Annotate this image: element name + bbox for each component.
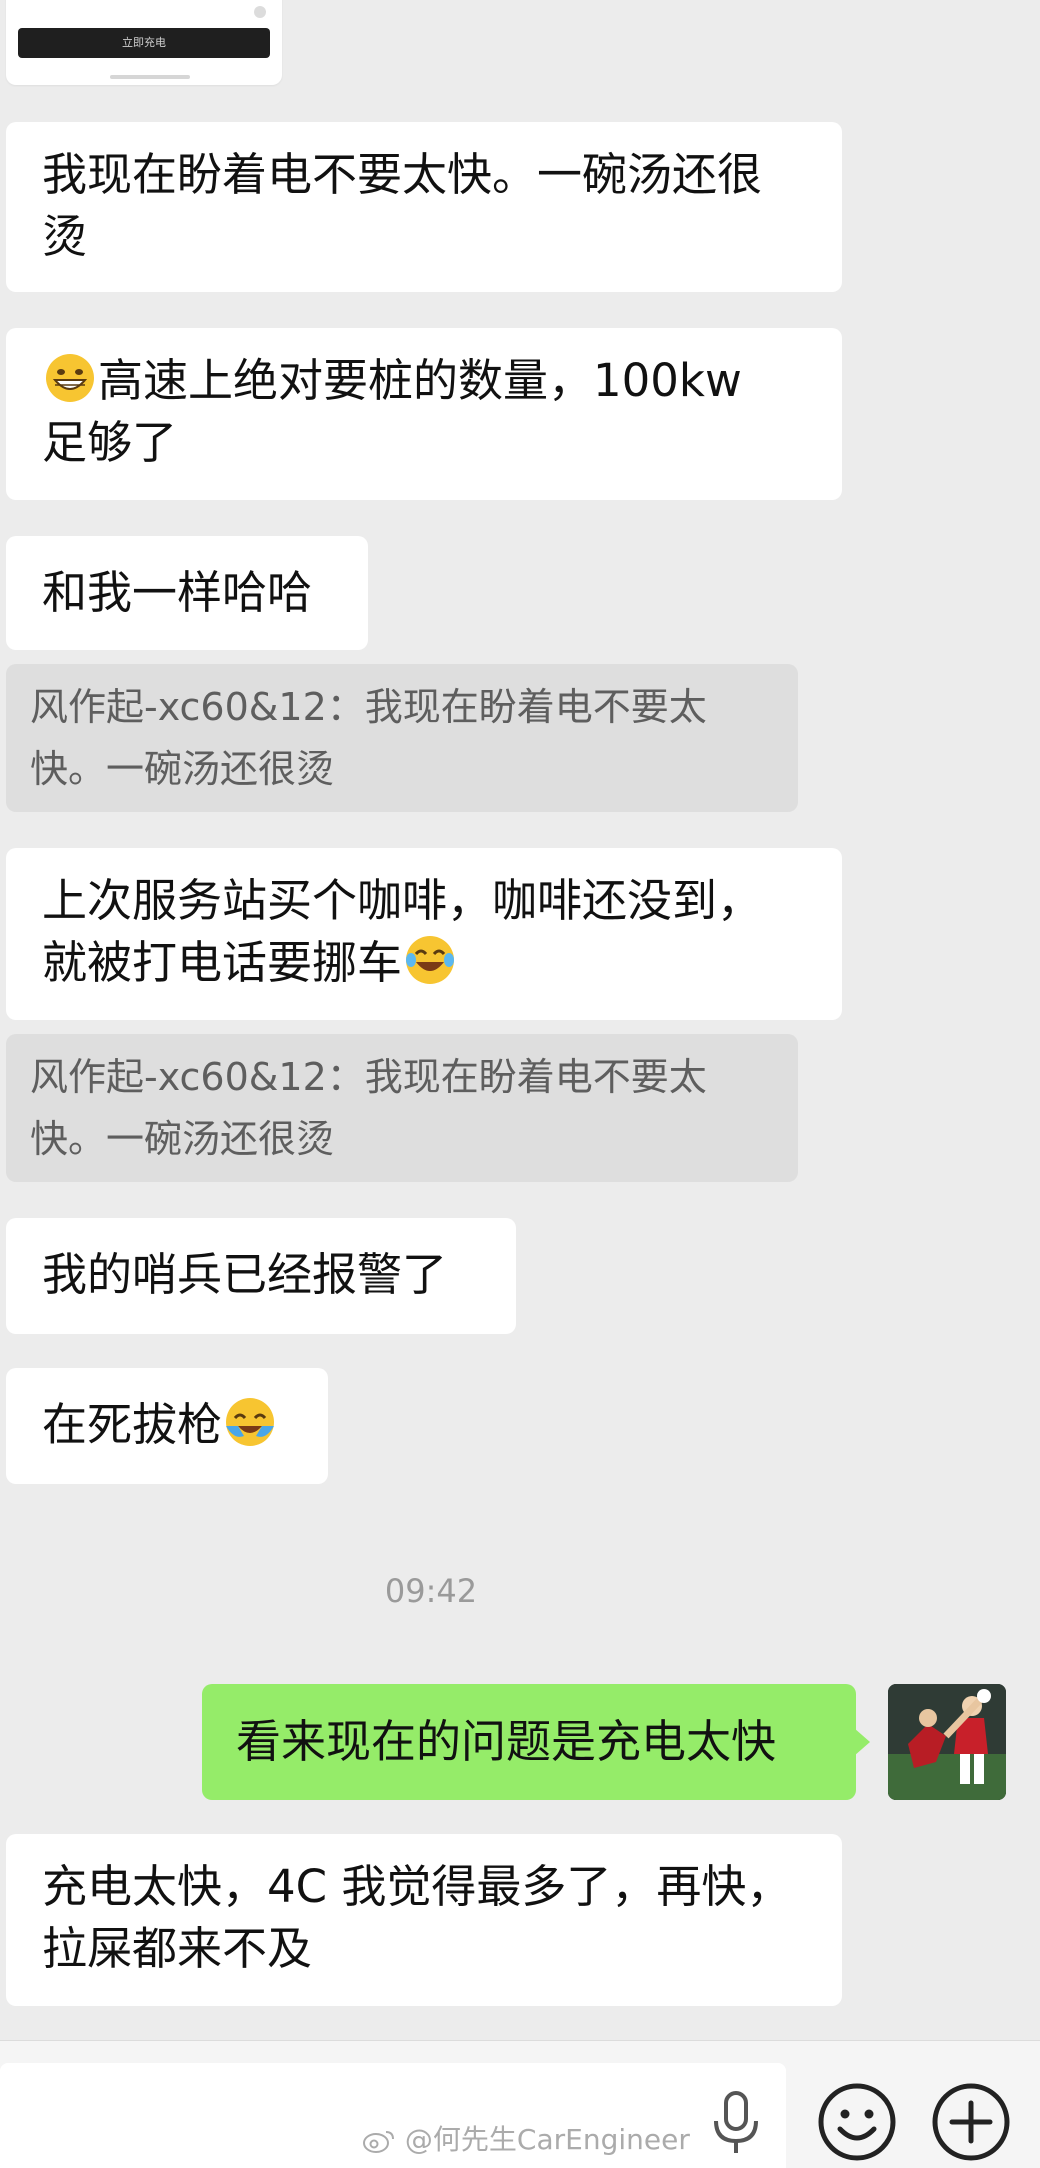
microphone-icon[interactable] (696, 2081, 776, 2161)
message-text: 高速上绝对要桩的数量，100kw 足够了 (42, 350, 842, 474)
watermark-text: @何先生CarEngineer (404, 2123, 690, 2156)
message-text-line2: 拉屎都来不及 (42, 1922, 313, 1975)
message-text: 和我一样哈哈 (42, 566, 313, 619)
message-text-line1: 上次服务站买个咖啡，咖啡还没到， (42, 874, 763, 927)
message-text: 在死拔枪 (42, 1394, 328, 1456)
message-text: 我现在盼着电不要太快。一碗汤还很 烫 (42, 148, 763, 263)
card-indicator-dot (254, 6, 266, 18)
chat-screen: 立即充电 我现在盼着电不要太快。一碗汤还很 烫 高速上绝对要桩的数量，100kw… (0, 0, 1040, 2168)
message-bubble[interactable]: 和我一样哈哈 (6, 536, 368, 650)
message-text-body: 在死拔枪 (42, 1398, 223, 1451)
card-divider (110, 75, 190, 79)
message-bubble[interactable]: 高速上绝对要桩的数量，100kw 足够了 (6, 328, 842, 500)
weibo-logo-icon (363, 2131, 394, 2153)
card-charge-button[interactable]: 立即充电 (18, 28, 270, 58)
watermark: @何先生CarEngineer (362, 2118, 690, 2158)
crying-laughing-emoji (226, 1398, 275, 1446)
sent-message-bubble[interactable]: 看来现在的问题是充电太快 (202, 1684, 870, 1800)
message-bubble[interactable]: 上次服务站买个咖啡，咖啡还没到， 就被打电话要挪车 (6, 848, 842, 1020)
message-bubble[interactable]: 充电太快，4C 我觉得最多了，再快， 拉屎都来不及 (6, 1834, 842, 2006)
message-bubble[interactable]: 在死拔枪 (6, 1368, 328, 1484)
quoted-message[interactable]: 风作起-xc60&12：我现在盼着电不要太 快。一碗汤还很烫 (6, 664, 798, 812)
quoted-text: 风作起-xc60&12：我现在盼着电不要太 快。一碗汤还很烫 (30, 685, 707, 791)
shared-card[interactable]: 立即充电 (6, 0, 282, 85)
sent-message-text: 看来现在的问题是充电太快 (236, 1715, 777, 1768)
smiley-icon[interactable] (816, 2081, 898, 2163)
quoted-message[interactable]: 风作起-xc60&12：我现在盼着电不要太 快。一碗汤还很烫 (6, 1034, 798, 1182)
message-text-body: 高速上绝对要桩的数量，100kw 足够了 (42, 354, 742, 469)
message-timestamp: 09:42 (384, 1572, 478, 1610)
grinning-face-emoji (46, 354, 94, 402)
message-bubble[interactable]: 我现在盼着电不要太快。一碗汤还很 烫 (6, 122, 842, 292)
avatar[interactable] (888, 1684, 1006, 1800)
message-text-body: 就被打电话要挪车 (42, 936, 403, 989)
laughing-tears-emoji (406, 936, 455, 984)
message-bubble[interactable]: 我的哨兵已经报警了 (6, 1218, 516, 1334)
message-text: 我的哨兵已经报警了 (42, 1248, 448, 1301)
message-text-line1: 充电太快，4C 我觉得最多了，再快， (42, 1860, 792, 1913)
avatar-image (888, 1684, 1006, 1800)
message-text-line2: 就被打电话要挪车 (42, 932, 842, 994)
plus-circle-icon[interactable] (930, 2081, 1012, 2163)
quoted-text: 风作起-xc60&12：我现在盼着电不要太 快。一碗汤还很烫 (30, 1055, 707, 1161)
bubble-tail (854, 1728, 870, 1756)
